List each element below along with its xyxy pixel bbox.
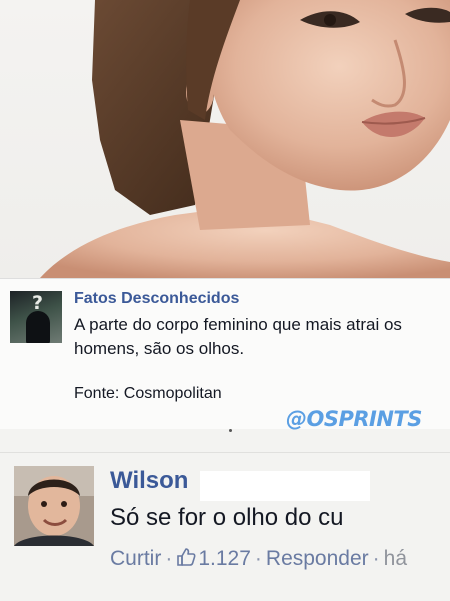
portrait-image xyxy=(40,0,450,278)
divider-dot xyxy=(229,429,232,432)
timestamp[interactable]: há xyxy=(384,547,407,570)
watermark: @OSPRINTS xyxy=(286,407,422,431)
thumbs-up-icon xyxy=(177,548,196,566)
post-card: ? Fatos Desconhecidos A parte do corpo f… xyxy=(0,278,450,432)
post-author-link[interactable]: Fatos Desconhecidos xyxy=(74,290,239,308)
page-avatar[interactable]: ? xyxy=(10,291,62,343)
separator-dot: · xyxy=(372,547,380,570)
reaction-count-link[interactable]: 1.127 xyxy=(176,547,251,570)
separator-dot: · xyxy=(165,547,173,570)
comment-actions: Curtir · 1.127 · Responder · há xyxy=(110,547,407,571)
post-source: Fonte: Cosmopolitan xyxy=(74,385,222,402)
avatar-photo xyxy=(14,466,94,546)
comment-item: Wilson Só se for o olho do cu Curtir · 1.1… xyxy=(0,452,450,601)
name-redaction xyxy=(200,471,370,501)
commenter-avatar[interactable] xyxy=(14,466,94,546)
post-photo[interactable] xyxy=(0,0,450,278)
comment-text: Só se for o olho do cu xyxy=(110,504,344,531)
reply-link[interactable]: Responder xyxy=(266,547,369,570)
like-link[interactable]: Curtir xyxy=(110,547,161,570)
silhouette-icon xyxy=(26,311,50,343)
comment-author-link[interactable]: Wilson xyxy=(110,467,188,495)
post-text: A parte do corpo feminino que mais atrai… xyxy=(74,315,402,358)
separator-dot: · xyxy=(254,547,262,570)
reaction-count: 1.127 xyxy=(198,547,251,570)
